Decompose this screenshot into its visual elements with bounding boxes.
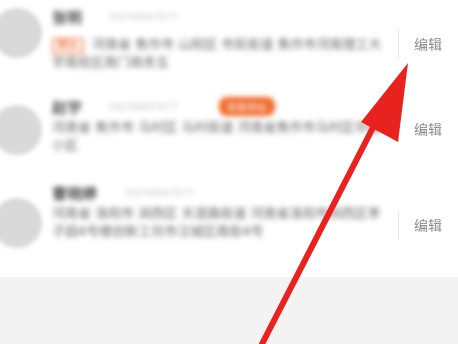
contact-address: 河南省 洛阳市 涧西区 天涯路街道 河南省洛阳市涧西区李子园4号楼创新工坊市汉城… [52,207,381,240]
edit-button[interactable]: 编辑 [414,216,442,236]
contact-address: 默认 河南省 焦作市 山阳区 市民街道 焦作市河南理工大学南校区南门商务五 [52,37,382,73]
address-label-badge: 家庭地址 [219,97,275,116]
divider [398,30,399,58]
contact-phone: 18236667677 [124,188,194,199]
edit-button[interactable]: 编辑 [414,35,442,55]
contact-phone: 18236667677 [108,102,178,113]
contact-phone: 18236667677 [108,12,178,23]
contact-address: 河南省 焦作市 马村区 马村街道 河南省焦作市马村区华隆小区 [52,121,381,154]
address-text: 河南省 焦作市 山阳区 市民街道 焦作市河南理工大学南校区南门商务五 [52,38,382,71]
contact-name: 赵宇 [52,99,83,117]
default-tag: 默认 [52,38,84,54]
contact-name: 曹晓婷 [52,185,98,203]
avatar [0,8,42,58]
avatar [0,198,42,248]
divider [398,114,399,142]
divider [398,212,399,240]
edit-button[interactable]: 编辑 [414,120,442,140]
page-footer-area [0,277,458,344]
address-list: 张明 18236667677 默认 河南省 焦作市 山阳区 市民街道 焦作市河南理… [0,0,458,277]
contact-name: 张明 [52,9,83,27]
avatar [0,105,42,155]
